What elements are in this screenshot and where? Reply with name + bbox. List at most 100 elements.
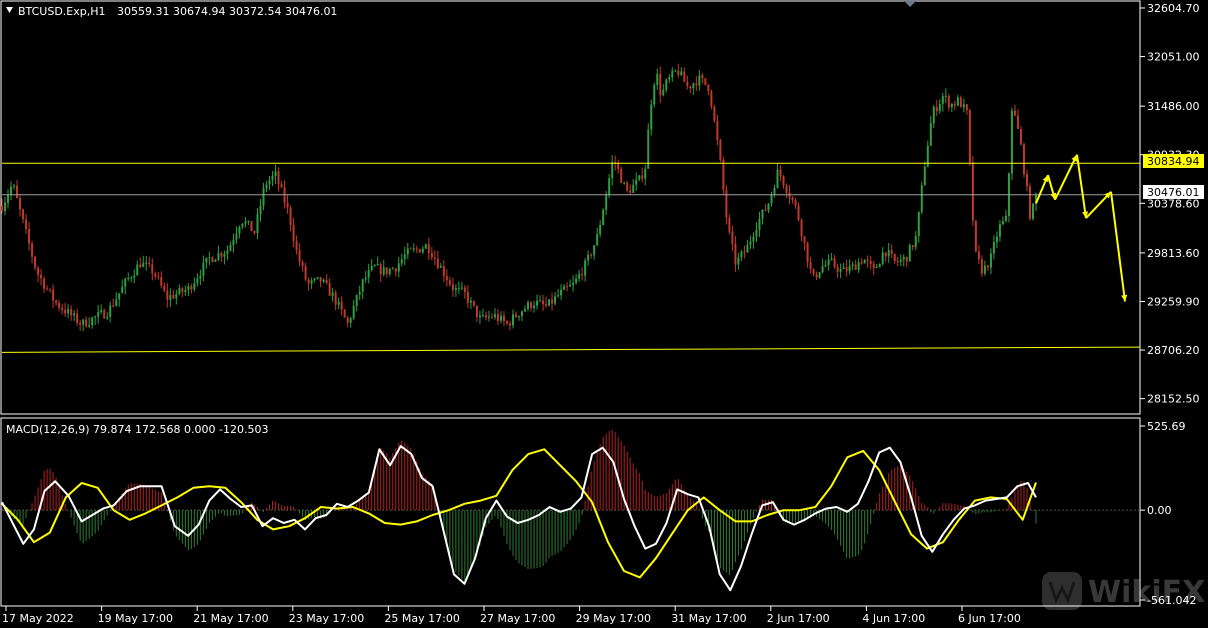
candle-body <box>830 258 833 260</box>
candle-body <box>671 70 674 78</box>
candle-body <box>815 274 818 278</box>
candle-body <box>752 236 755 242</box>
candle-body <box>899 259 902 263</box>
candle-body <box>232 239 235 245</box>
candle-body <box>803 236 806 243</box>
candle-body <box>400 259 403 264</box>
candle-body <box>1016 115 1019 130</box>
candle-body <box>442 266 445 277</box>
candle-body <box>740 251 743 258</box>
candle-body <box>55 300 58 303</box>
candle-body <box>767 203 770 211</box>
candle-body <box>536 300 539 306</box>
candle-body <box>205 257 208 263</box>
candle-body <box>698 75 701 86</box>
candle-body <box>460 287 463 289</box>
resistance-price-tag-text: 30834.94 <box>1147 155 1200 168</box>
candle-body <box>130 277 133 279</box>
price-axis-label: 28152.50 <box>1147 393 1200 406</box>
candle-body <box>490 316 493 318</box>
candle-body <box>295 240 298 251</box>
trading-chart[interactable]: 32604.7032051.0031486.0030932.3030378.60… <box>0 0 1208 628</box>
candle-body <box>445 276 448 281</box>
candle-body <box>761 209 764 219</box>
candle-body <box>403 254 406 260</box>
candle-body <box>394 268 397 272</box>
time-axis-label: 4 Jun 17:00 <box>862 612 925 625</box>
candle-body <box>508 323 511 326</box>
candle-body <box>67 309 70 314</box>
candle-body <box>301 261 304 267</box>
candle-body <box>157 276 160 278</box>
time-axis-label: 23 May 17:00 <box>289 612 364 625</box>
candle-body <box>391 268 394 270</box>
candle-body <box>533 305 536 309</box>
candle-body <box>680 71 683 76</box>
candle-body <box>475 305 478 318</box>
symbol-label: BTCUSD.Exp,H1 <box>18 5 106 18</box>
candle-body <box>385 267 388 274</box>
candle-body <box>397 263 400 272</box>
candle-body <box>289 207 292 226</box>
candle-body <box>812 268 815 275</box>
candle-body <box>668 77 671 80</box>
candle-body <box>277 171 280 184</box>
candle-body <box>902 256 905 260</box>
candle-body <box>214 259 217 262</box>
candle-body <box>737 257 740 265</box>
candle-body <box>893 253 896 262</box>
candle-body <box>860 262 863 264</box>
candle-body <box>794 200 797 206</box>
candle-body <box>223 254 226 257</box>
candle-body <box>545 304 548 306</box>
time-axis-label: 17 May 2022 <box>2 612 74 625</box>
candle-body <box>521 311 524 317</box>
candle-body <box>499 315 502 321</box>
candle-body <box>965 104 968 111</box>
candle-body <box>340 301 343 310</box>
candle-body <box>755 229 758 237</box>
candle-body <box>181 288 184 293</box>
candle-body <box>791 197 794 201</box>
candle-body <box>683 71 686 82</box>
candle-body <box>839 269 842 272</box>
candle-body <box>511 314 514 326</box>
candle-body <box>884 252 887 257</box>
candle-body <box>298 250 301 262</box>
time-axis-label: 21 May 17:00 <box>193 612 268 625</box>
candle-body <box>151 264 154 274</box>
watermark: WikiFX <box>1042 572 1205 610</box>
candle-body <box>250 220 253 232</box>
candle-body <box>542 300 545 305</box>
candle-body <box>806 242 809 263</box>
candle-body <box>367 270 370 278</box>
candle-body <box>776 169 779 188</box>
candle-body <box>842 267 845 270</box>
candle-body <box>487 316 490 318</box>
candle-body <box>785 185 788 193</box>
candle-body <box>827 259 830 266</box>
candle-body <box>584 260 587 276</box>
candle-body <box>914 235 917 247</box>
candle-body <box>472 300 475 306</box>
candle-body <box>505 321 508 324</box>
price-axis-label: 30378.60 <box>1147 197 1200 210</box>
candle-body <box>764 209 767 211</box>
candle-body <box>1022 144 1025 175</box>
candle-body <box>656 73 659 85</box>
candle-body <box>28 228 31 244</box>
candle-body <box>16 185 19 199</box>
candle-body <box>635 179 638 185</box>
candle-body <box>653 84 656 105</box>
candle-body <box>857 262 860 270</box>
candle-body <box>115 299 118 306</box>
candle-body <box>989 253 992 268</box>
candle-body <box>256 214 259 234</box>
candle-body <box>710 91 713 107</box>
candle-body <box>563 286 566 290</box>
candle-body <box>1025 174 1028 187</box>
candle-body <box>833 258 836 267</box>
candle-body <box>575 278 578 283</box>
candle-body <box>409 248 412 250</box>
candle-body <box>457 287 460 289</box>
